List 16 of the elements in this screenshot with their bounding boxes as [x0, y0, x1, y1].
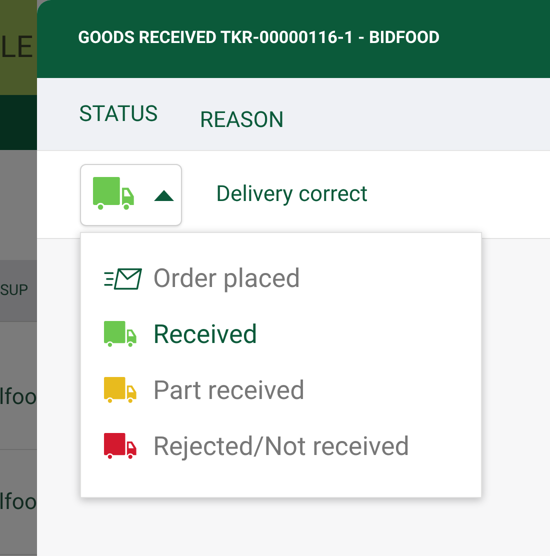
table-cell-text: lfoo: [0, 488, 37, 516]
menu-item[interactable]: Rejected/Not received: [103, 429, 481, 465]
menu-item[interactable]: Order placed: [103, 261, 481, 297]
header-cell-text: SUP: [0, 280, 28, 302]
menu-item[interactable]: Part received: [103, 373, 481, 409]
column-heading: STATUS: [79, 100, 158, 128]
header-text: LE: [0, 32, 34, 62]
envelope-icon: [104, 267, 143, 291]
column-heading: REASON: [200, 106, 284, 134]
table-cell-text: lfoo: [0, 384, 37, 412]
truck-icon: [93, 177, 136, 212]
reason-text: Delivery correct: [216, 181, 368, 209]
status-dropdown[interactable]: [80, 164, 182, 226]
nav-bar: [0, 95, 37, 150]
menu-item[interactable]: Received: [103, 317, 481, 353]
dialog-title: GOODS RECEIVED TKR-00000116-1 - BIDFOOD: [78, 27, 440, 50]
